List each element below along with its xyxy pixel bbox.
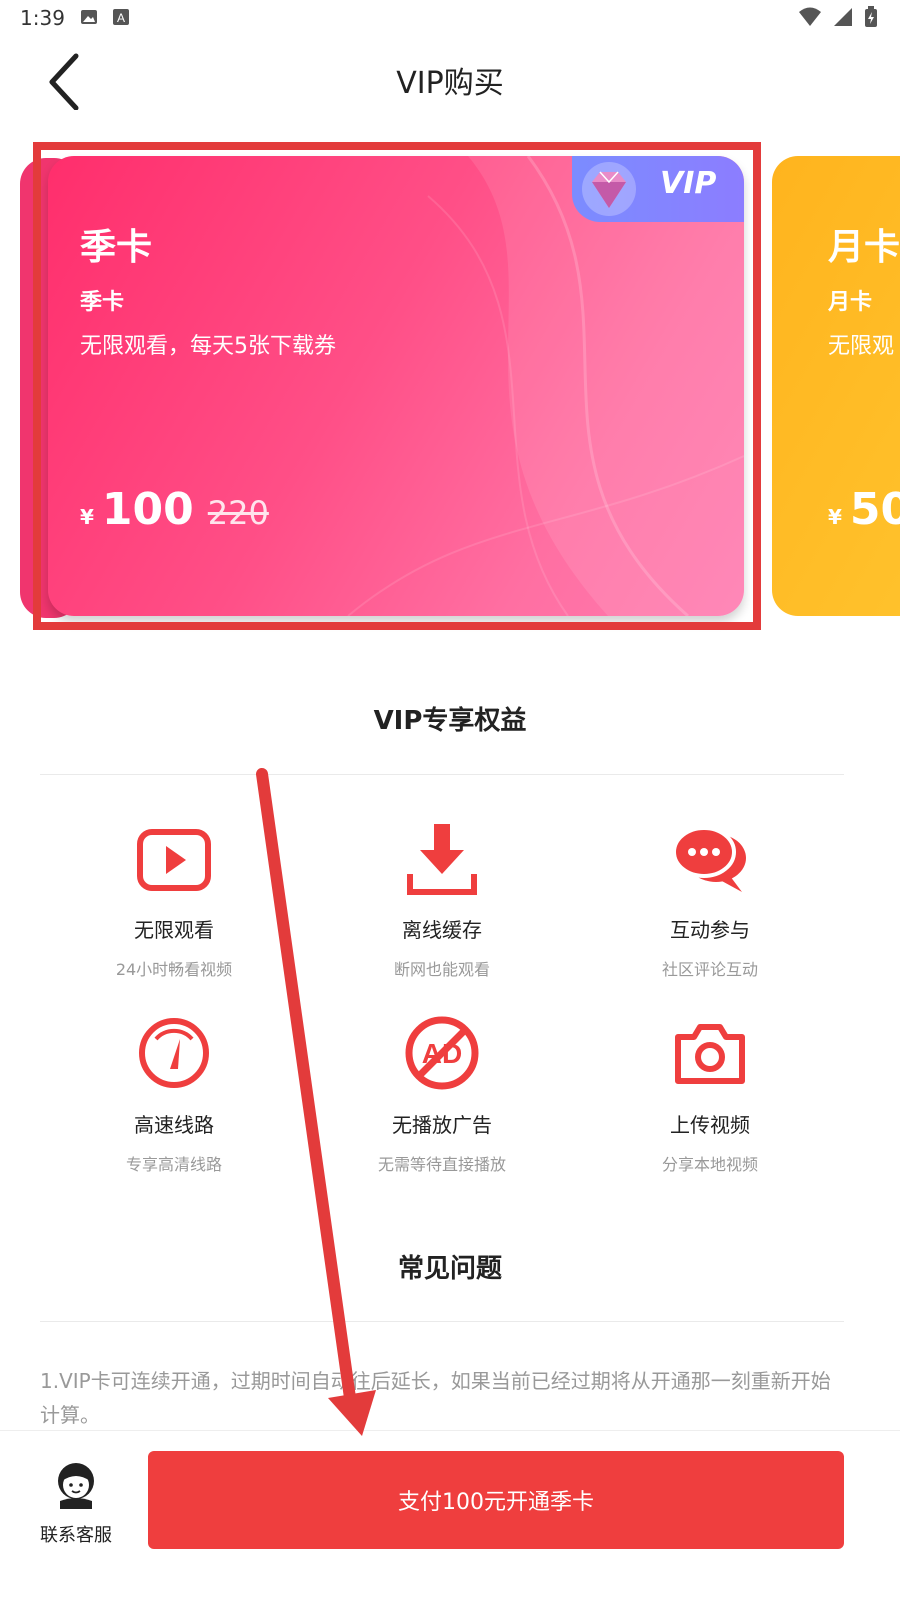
currency-symbol: ¥ bbox=[828, 505, 842, 529]
benefit-no-ads: AD 无播放广告 无需等待直接播放 bbox=[308, 1005, 576, 1185]
signal-icon bbox=[834, 8, 852, 26]
service-label: 联系客服 bbox=[40, 1525, 112, 1546]
benefits-grid: 无限观看 24小时畅看视频 离线缓存 断网也能观看 互动参与 社区评论互动 高速 bbox=[40, 800, 844, 1200]
camera-icon bbox=[675, 1024, 745, 1084]
benefit-title: 离线缓存 bbox=[402, 918, 482, 942]
download-icon bbox=[407, 824, 477, 895]
pay-button[interactable]: 支付100元开通季卡 bbox=[148, 1451, 844, 1549]
divider bbox=[40, 1321, 844, 1322]
wifi-icon bbox=[799, 7, 821, 26]
benefits-title: VIP专享权益 bbox=[373, 706, 527, 736]
benefit-desc: 24小时畅看视频 bbox=[115, 960, 233, 979]
faq-title: 常见问题 bbox=[397, 1254, 502, 1284]
benefit-high-speed: 高速线路 专享高清线路 bbox=[40, 1005, 308, 1185]
status-bar: 1:39 A bbox=[0, 0, 900, 40]
header: VIP购买 bbox=[0, 40, 900, 120]
status-right-icons bbox=[798, 6, 878, 28]
benefit-desc: 分享本地视频 bbox=[661, 1155, 758, 1174]
card-subtitle: 月卡 bbox=[828, 290, 873, 315]
battery-icon bbox=[865, 6, 877, 27]
price-value: 50 bbox=[849, 484, 900, 535]
benefit-offline-cache: 离线缓存 断网也能观看 bbox=[308, 810, 576, 990]
contact-service-button[interactable]: 联系客服 bbox=[36, 1459, 116, 1559]
font-icon: A bbox=[113, 9, 129, 25]
benefit-title: 高速线路 bbox=[134, 1113, 214, 1137]
benefit-desc: 专享高清线路 bbox=[125, 1155, 222, 1174]
benefit-unlimited-viewing: 无限观看 24小时畅看视频 bbox=[40, 810, 308, 990]
play-icon bbox=[137, 829, 211, 891]
chat-icon bbox=[672, 826, 746, 892]
benefit-desc: 社区评论互动 bbox=[661, 960, 758, 979]
vip-card-monthly[interactable]: 月卡 月卡 无限观 ¥ 50 bbox=[772, 156, 900, 616]
selection-highlight-box bbox=[33, 142, 761, 630]
svg-text:A: A bbox=[117, 11, 125, 25]
benefit-title: 无限观看 bbox=[134, 918, 214, 942]
page-title: VIP购买 bbox=[396, 66, 504, 101]
card-description: 无限观 bbox=[828, 334, 895, 359]
divider bbox=[40, 774, 844, 775]
no-ad-icon: AD bbox=[405, 1016, 479, 1090]
faq-item: 1.VIP卡可连续开通，过期时间自动往后延长，如果当前已经过期将从开通那一刻重新… bbox=[40, 1369, 831, 1427]
card-title: 月卡 bbox=[828, 227, 900, 268]
status-time: 1:39 bbox=[20, 6, 65, 30]
benefit-title: 上传视频 bbox=[670, 1113, 750, 1137]
speedometer-icon bbox=[139, 1018, 209, 1088]
status-left-icons: A bbox=[80, 8, 130, 26]
benefit-upload-video: 上传视频 分享本地视频 bbox=[576, 1005, 844, 1185]
benefit-desc: 断网也能观看 bbox=[393, 960, 490, 979]
image-icon bbox=[81, 10, 97, 24]
benefit-desc: 无需等待直接播放 bbox=[377, 1155, 506, 1174]
benefit-title: 无播放广告 bbox=[392, 1113, 492, 1137]
benefit-interaction: 互动参与 社区评论互动 bbox=[576, 810, 844, 990]
customer-service-icon bbox=[58, 1463, 94, 1509]
vip-card-carousel[interactable]: VIP 季卡 季卡 无限观看，每天5张下载券 ¥ 100 220 月卡 月卡 无… bbox=[0, 140, 900, 650]
bottom-bar: 联系客服 支付100元开通季卡 bbox=[0, 1430, 900, 1601]
card-price: ¥ 50 bbox=[828, 484, 900, 535]
benefit-title: 互动参与 bbox=[670, 918, 750, 942]
